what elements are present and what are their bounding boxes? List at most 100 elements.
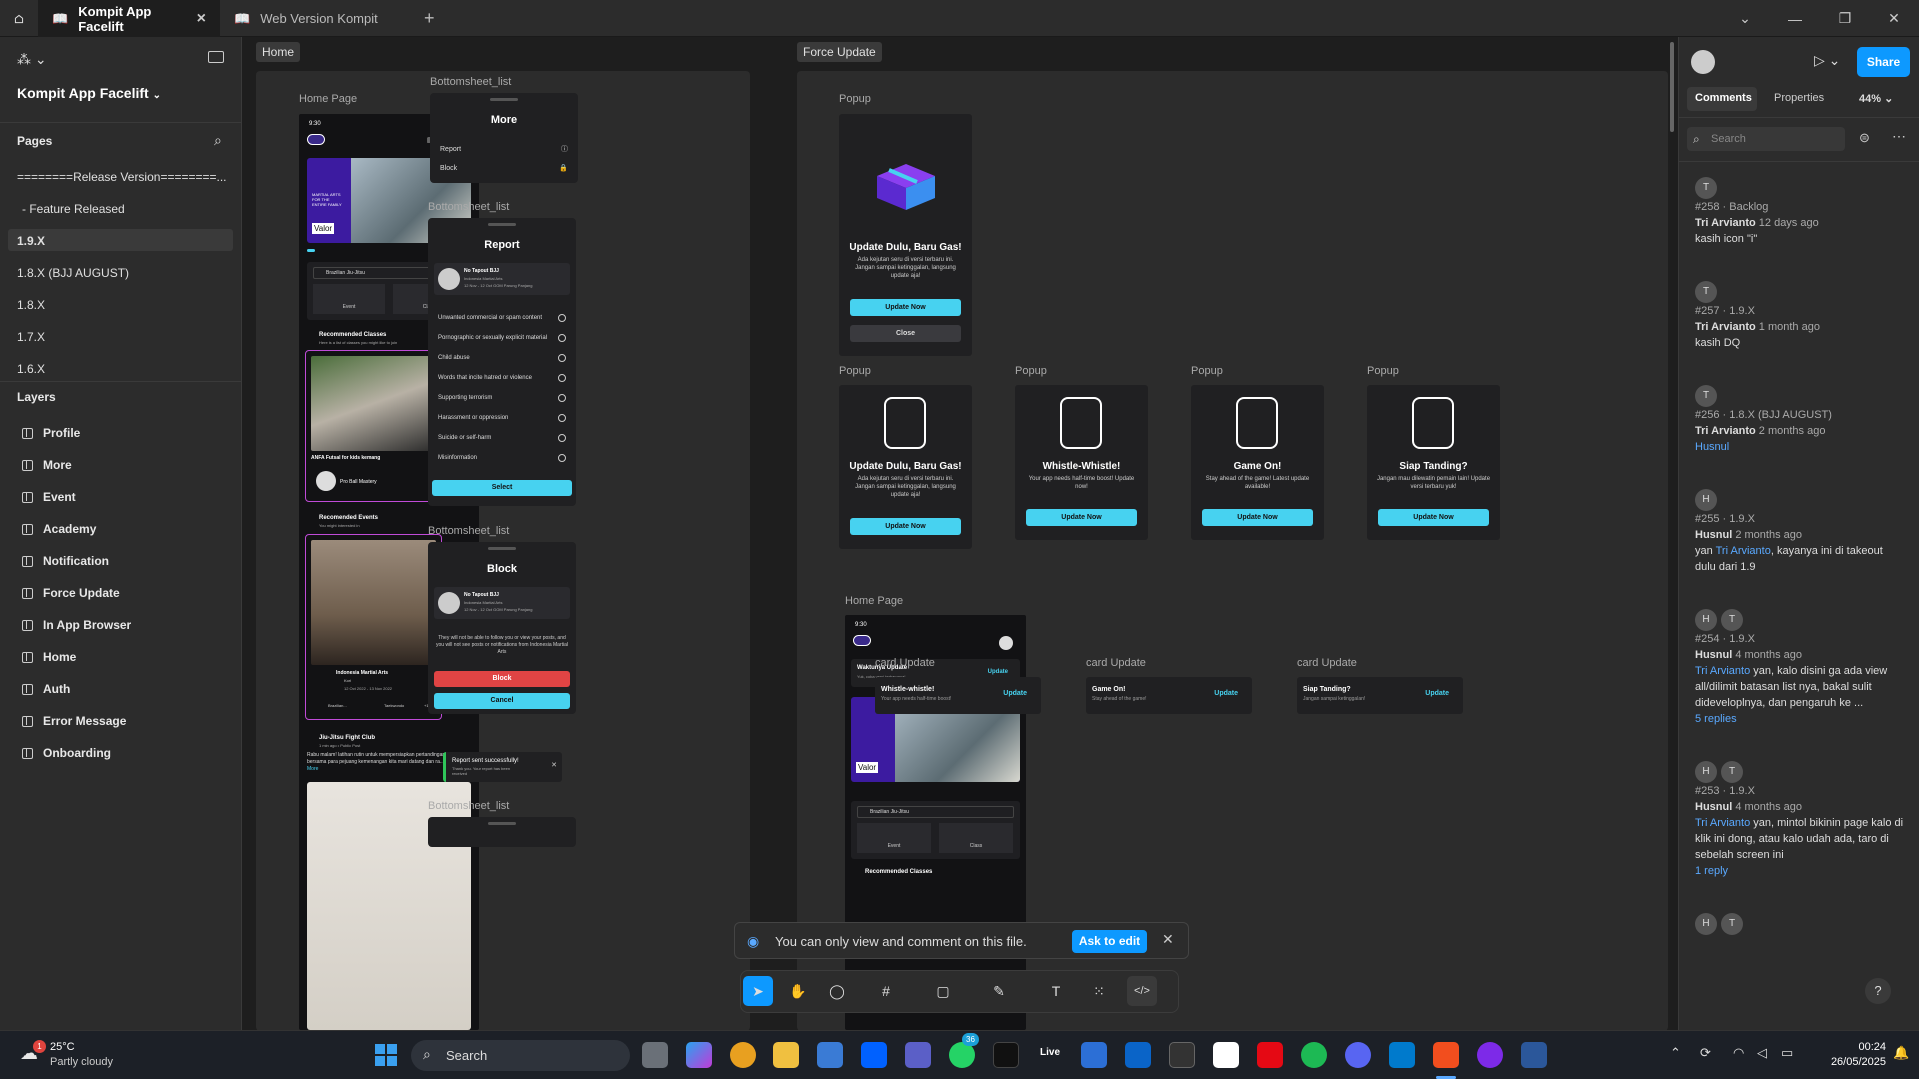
comment-tool-icon[interactable]: ◯ <box>822 976 852 1006</box>
zoom-control[interactable]: 44% ⌄ <box>1859 92 1893 105</box>
frame-label[interactable]: Popup <box>839 93 871 105</box>
search-icon[interactable]: ⌕ <box>214 132 222 149</box>
cancel-button[interactable]: Cancel <box>434 693 570 709</box>
layer-item[interactable]: Notification <box>22 554 109 568</box>
radio-button[interactable] <box>558 314 566 322</box>
canva-icon[interactable] <box>1477 1042 1503 1068</box>
weather-desc[interactable]: Partly cloudy <box>50 1056 113 1068</box>
comment-mention[interactable]: Tri Arvianto <box>1695 817 1750 829</box>
sport-select[interactable]: Brazilian Jiu-Jitsu <box>857 806 1014 818</box>
comment-thread[interactable]: H #255 · 1.9.X Husnul 2 months ago yan T… <box>1695 489 1905 575</box>
section-label-force-update[interactable]: Force Update <box>797 42 882 62</box>
menu-item-report[interactable]: Report ⓘ <box>440 144 568 154</box>
comment-thread[interactable]: HT <box>1695 913 1905 935</box>
new-tab-button[interactable]: + <box>410 0 449 37</box>
report-reason[interactable]: Supporting terrorism <box>438 394 566 402</box>
popup-whistle[interactable]: Whistle-Whistle! Your app needs half-tim… <box>1015 385 1148 540</box>
layer-item[interactable]: Home <box>22 650 76 664</box>
page-item[interactable]: 1.7.X <box>17 330 45 344</box>
update-card[interactable]: Game On! Stay ahead of the game! Update <box>1086 677 1252 714</box>
ask-to-edit-button[interactable]: Ask to edit <box>1072 930 1147 953</box>
teams-icon[interactable] <box>905 1042 931 1068</box>
comment-mention[interactable]: Tri Arvianto <box>1716 545 1771 557</box>
comment-thread[interactable]: T #258 · Backlog Tri Arvianto 12 days ag… <box>1695 177 1905 247</box>
vscode-icon[interactable] <box>1389 1042 1415 1068</box>
report-reason[interactable]: Unwanted commercial or spam content <box>438 314 566 322</box>
wifi-icon[interactable]: ◠ <box>1733 1045 1744 1061</box>
tab-properties[interactable]: Properties <box>1774 92 1824 104</box>
calendar-icon[interactable] <box>1169 1042 1195 1068</box>
report-reason[interactable]: Words that incite hatred or violence <box>438 374 566 382</box>
netflix-icon[interactable] <box>1257 1042 1283 1068</box>
frame-label[interactable]: Popup <box>1367 365 1399 377</box>
layer-item[interactable]: Error Message <box>22 714 126 728</box>
comment-mention[interactable]: Tri Arvianto <box>1695 665 1750 677</box>
replies-link[interactable]: 5 replies <box>1695 713 1737 725</box>
section-label-home[interactable]: Home <box>256 42 301 62</box>
pen-tool-icon[interactable]: ✎ <box>984 976 1014 1006</box>
page-item[interactable]: 1.8.X (BJJ AUGUST) <box>17 266 129 280</box>
project-title[interactable]: Kompit App Facelift ⌄ <box>17 85 161 101</box>
frame-label[interactable]: card Update <box>1086 657 1146 669</box>
event-card[interactable]: Indonesia Martial Arts Kori 12 Oct 2022 … <box>305 534 442 720</box>
task-view-icon[interactable] <box>642 1042 668 1068</box>
update-link[interactable]: Update <box>1003 690 1027 697</box>
layer-item[interactable]: Event <box>22 490 76 504</box>
notion-icon[interactable] <box>1213 1042 1239 1068</box>
frame-label[interactable]: card Update <box>875 657 935 669</box>
avatar[interactable] <box>1691 50 1715 74</box>
popup-game-on[interactable]: Game On! Stay ahead of the game! Latest … <box>1191 385 1324 540</box>
maximize-button[interactable]: ❐ <box>1820 0 1870 37</box>
event-shortcut[interactable]: Event <box>313 284 385 314</box>
comment-mention[interactable]: Husnul <box>1695 441 1729 453</box>
weather-temp[interactable]: 25°C <box>50 1041 75 1053</box>
comment-thread[interactable]: T #256 · 1.8.X (BJJ AUGUST) Tri Arvianto… <box>1695 385 1905 455</box>
update-now-button[interactable]: Update Now <box>1026 509 1137 526</box>
frame-label[interactable]: Home Page <box>299 93 357 105</box>
vertical-scrollbar[interactable] <box>1670 42 1674 132</box>
comment-thread[interactable]: HT #253 · 1.9.X Husnul 4 months ago Tri … <box>1695 761 1905 879</box>
spotify-icon[interactable] <box>1301 1042 1327 1068</box>
radio-button[interactable] <box>558 434 566 442</box>
components-tool-icon[interactable]: ⁙ <box>1084 976 1114 1006</box>
update-card[interactable]: Siap Tanding? Jangan sampai ketinggalan! U… <box>1297 677 1463 714</box>
frame-label[interactable]: Popup <box>839 365 871 377</box>
live-app[interactable]: Live <box>1040 1047 1060 1058</box>
clock-time[interactable]: 00:24 <box>1826 1041 1886 1053</box>
sidebar-toggle-icon[interactable] <box>208 51 224 63</box>
frame-label[interactable]: Bottomsheet_list <box>430 76 511 88</box>
bottomsheet-partial[interactable] <box>428 817 576 847</box>
home-tab-button[interactable] <box>0 0 38 37</box>
block-button[interactable]: Block <box>434 671 570 687</box>
report-reason[interactable]: Misinformation <box>438 454 566 462</box>
class-card[interactable]: ANFA Futsal for kids kemang Pro Ball Mas… <box>305 350 442 502</box>
file-explorer-icon[interactable] <box>773 1042 799 1068</box>
menu-item-block[interactable]: Block 🔒 <box>440 164 568 173</box>
frame-label[interactable]: Bottomsheet_list <box>428 525 509 537</box>
windows-start-icon[interactable] <box>375 1044 397 1066</box>
layer-item[interactable]: Force Update <box>22 586 120 600</box>
search-input[interactable]: ⌕ Search <box>1687 127 1845 151</box>
frame-label[interactable]: Popup <box>1015 365 1047 377</box>
report-reason[interactable]: Harassment or oppression <box>438 414 566 422</box>
tab-web-version-kompit[interactable]: 📖 Web Version Kompit <box>220 0 400 37</box>
figma-menu-icon[interactable]: ⁂ ⌄ <box>17 51 47 68</box>
frame-label[interactable]: Popup <box>1191 365 1223 377</box>
block-bottomsheet[interactable]: Block No Tapout BJJ Indonesia Martial Ar… <box>428 542 576 714</box>
update-card[interactable]: Whistle-whistle! Your app needs half-time… <box>875 677 1041 714</box>
page-item[interactable]: 1.8.X <box>17 298 45 312</box>
update-now-button[interactable]: Update Now <box>850 299 961 316</box>
tab-comments[interactable]: Comments <box>1695 92 1752 104</box>
close-tab-icon[interactable]: × <box>197 10 206 28</box>
rectangle-tool-icon[interactable]: ▢ <box>928 976 958 1006</box>
event-shortcut[interactable]: Event <box>857 823 931 853</box>
close-window-button[interactable]: ✕ <box>1869 0 1919 37</box>
comment-thread[interactable]: T #257 · 1.9.X Tri Arvianto 1 month ago … <box>1695 281 1905 351</box>
hand-tool-icon[interactable]: ✋ <box>783 976 813 1006</box>
text-tool-icon[interactable]: T <box>1041 976 1071 1006</box>
comment-thread[interactable]: HT #254 · 1.9.X Husnul 4 months ago Tri … <box>1695 609 1905 727</box>
chevron-down-icon[interactable]: ⌄ <box>1720 0 1770 37</box>
taskbar-search[interactable]: ⌕ Search <box>411 1040 630 1071</box>
layer-item[interactable]: Academy <box>22 522 96 536</box>
page-item[interactable]: 1.6.X <box>17 362 45 376</box>
